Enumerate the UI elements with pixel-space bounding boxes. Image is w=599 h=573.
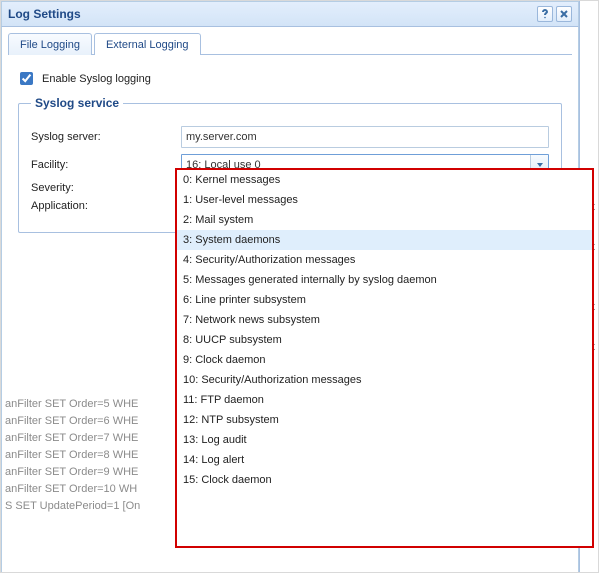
group-legend: Syslog service	[31, 96, 123, 110]
tab-external-logging[interactable]: External Logging	[94, 33, 201, 55]
help-icon	[540, 9, 550, 19]
facility-option[interactable]: 8: UUCP subsystem	[177, 330, 592, 350]
window-titlebar[interactable]: Log Settings	[1, 1, 579, 27]
facility-option[interactable]: 7: Network news subsystem	[177, 310, 592, 330]
enable-syslog-checkbox[interactable]	[20, 72, 33, 85]
help-button[interactable]	[537, 6, 553, 22]
facility-option[interactable]: 9: Clock daemon	[177, 350, 592, 370]
severity-label: Severity:	[31, 182, 171, 194]
facility-option[interactable]: 10: Security/Authorization messages	[177, 370, 592, 390]
window-title: Log Settings	[8, 7, 81, 21]
tab-label: File Logging	[20, 39, 80, 51]
tabs-bar: File Logging External Logging	[1, 27, 579, 55]
facility-option[interactable]: 0: Kernel messages	[177, 170, 592, 190]
enable-syslog-label[interactable]: Enable Syslog logging	[42, 73, 151, 85]
capture-region: t t t t Log Settings File Logging Extern…	[0, 0, 599, 573]
facility-option[interactable]: 3: System daemons	[177, 230, 592, 250]
application-label: Application:	[31, 200, 171, 212]
facility-option[interactable]: 4: Security/Authorization messages	[177, 250, 592, 270]
syslog-server-input[interactable]	[181, 126, 549, 148]
tab-label: External Logging	[106, 39, 189, 51]
close-icon	[559, 9, 569, 19]
facility-option[interactable]: 2: Mail system	[177, 210, 592, 230]
server-label: Syslog server:	[31, 131, 171, 143]
close-button[interactable]	[556, 6, 572, 22]
facility-option[interactable]: 1: User-level messages	[177, 190, 592, 210]
facility-option[interactable]: 5: Messages generated internally by sysl…	[177, 270, 592, 290]
tab-file-logging[interactable]: File Logging	[8, 33, 92, 55]
facility-label: Facility:	[31, 159, 171, 171]
facility-option[interactable]: 6: Line printer subsystem	[177, 290, 592, 310]
background-log-text: anFilter SET Order=5 WHE anFilter SET Or…	[1, 396, 598, 572]
